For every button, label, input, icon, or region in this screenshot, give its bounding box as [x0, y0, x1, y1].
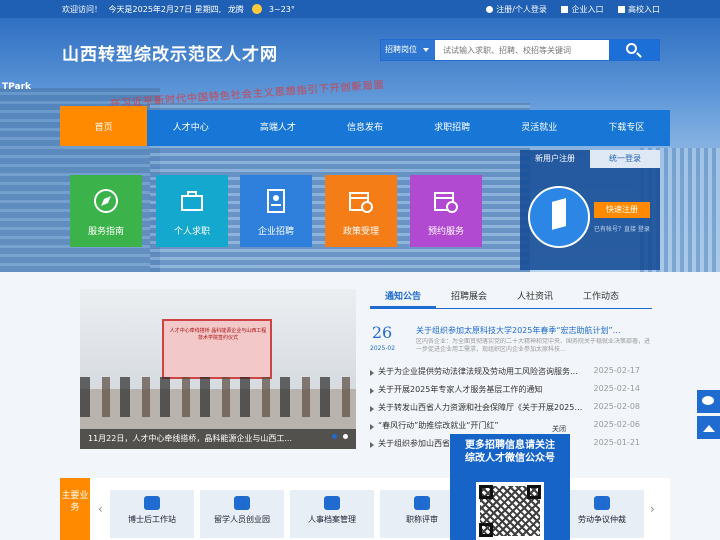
- qr-corner: [479, 523, 493, 537]
- tile-enterprise-recruit[interactable]: 企业招聘: [240, 175, 312, 247]
- qr-corner: [527, 485, 541, 499]
- chevron-right-icon[interactable]: ›: [650, 502, 655, 516]
- university-entry-link[interactable]: 高校入口: [618, 5, 660, 14]
- featured-year-month: 2025-02: [370, 345, 396, 352]
- news-panel: 通知公告 招聘展会 人社资讯 工作动态 26 2025-02 关于组织参加太原科…: [370, 289, 652, 454]
- weather-text: 3~23°: [268, 5, 295, 14]
- popup-close-button[interactable]: 关闭: [552, 424, 566, 434]
- nav-item-downloads[interactable]: 下载专区: [583, 110, 670, 146]
- tab-job-fairs[interactable]: 招聘展会: [436, 289, 502, 308]
- hero-banner: TPark 在习近平新时代中国特色社会主义思想指引下开创新局面 山西转型综改示范…: [0, 18, 720, 272]
- news-tabs: 通知公告 招聘展会 人社资讯 工作动态: [370, 289, 652, 309]
- login-tabs: 新用户注册 统一登录: [520, 150, 660, 168]
- nav-item-high-end-talent[interactable]: 高端人才: [234, 110, 321, 146]
- welcome-text: 欢迎访问！: [62, 5, 102, 14]
- chevron-down-icon: [423, 48, 429, 52]
- featured-day: 26: [371, 323, 393, 342]
- chevron-left-icon[interactable]: ‹: [98, 502, 103, 516]
- tab-unified-login[interactable]: 统一登录: [590, 150, 660, 168]
- list-item[interactable]: 关于为企业提供劳动法律法规及劳动用工风险咨询服务的… 2025-02-17: [370, 364, 652, 382]
- card-personnel-files[interactable]: 人事档案管理: [290, 490, 374, 538]
- carousel-screen: 人才中心牵线搭桥 晶科能源企业与山西工程技术学院签约仪式: [162, 319, 272, 379]
- tile-policy-acceptance[interactable]: 政策受理: [325, 175, 397, 247]
- personal-login-link[interactable]: 注册/个人登录: [486, 5, 547, 14]
- carousel-dots: [329, 429, 348, 442]
- qr-corner: [479, 485, 493, 499]
- gavel-icon: [594, 496, 610, 510]
- tie-emblem-icon: [528, 186, 590, 248]
- building-icon: [561, 6, 569, 13]
- enterprise-entry-link[interactable]: 企业入口: [561, 5, 603, 14]
- tab-new-user-register[interactable]: 新用户注册: [520, 150, 590, 168]
- medal-icon: [414, 496, 430, 510]
- main-nav: 首页 人才中心 高端人才 信息发布 求职招聘 灵活就业 下载专区: [60, 106, 670, 146]
- featured-desc: 区内各企业：为全面贯彻落实党的二十大精神和党中央、国务院关于稳就业决策部署，进一…: [416, 338, 651, 353]
- card-postdoc-station[interactable]: 博士后工作站: [110, 490, 194, 538]
- nav-item-info-publish[interactable]: 信息发布: [321, 110, 408, 146]
- nav-item-talent-center[interactable]: 人才中心: [147, 110, 234, 146]
- login-panel: 新用户注册 统一登录 快速注册 已有帐号？直接 登录: [520, 150, 660, 270]
- tile-service-guide[interactable]: 服务指南: [70, 175, 142, 247]
- search-bar: 招聘岗位: [380, 39, 660, 61]
- search-button[interactable]: [609, 40, 659, 60]
- tile-appointment[interactable]: 预约服务: [410, 175, 482, 247]
- briefcase-icon: [181, 191, 203, 211]
- calendar-icon: [434, 192, 458, 213]
- business-section-title: 主要业务: [60, 478, 90, 540]
- featured-title[interactable]: 关于组织参加太原科技大学2025年春季“宏志助航计划”…: [416, 325, 652, 336]
- top-bar: 欢迎访问！ 今天是2025年2月27日 星期四, 龙腾 3~23° 注册/个人登…: [0, 0, 720, 18]
- date-text: 今天是2025年2月27日 星期四,: [108, 5, 222, 14]
- nav-item-home[interactable]: 首页: [60, 106, 148, 146]
- search-icon: [626, 43, 637, 54]
- sun-icon: [252, 4, 263, 14]
- document-user-icon: [267, 189, 285, 213]
- nav-item-flexible-employment[interactable]: 灵活就业: [496, 110, 583, 146]
- wechat-popup: 关闭 更多招聘信息请关注 综改人才微信公众号: [450, 425, 570, 540]
- login-link[interactable]: 已有帐号？直接 登录: [594, 224, 650, 233]
- top-bar-links: 注册/个人登录 企业入口 高校入口: [474, 4, 660, 15]
- chevron-up-icon: [703, 425, 715, 432]
- quick-register-button[interactable]: 快速注册: [594, 202, 650, 218]
- tpark-logo: TPark: [2, 82, 31, 92]
- files-icon: [324, 496, 340, 510]
- tile-job-seeking[interactable]: 个人求职: [156, 175, 228, 247]
- wechat-icon: [702, 396, 714, 405]
- carousel-photo-people: [80, 377, 356, 417]
- site-title[interactable]: 山西转型综改示范区人才网: [62, 40, 278, 65]
- carousel-dot[interactable]: [331, 434, 337, 439]
- tab-notices[interactable]: 通知公告: [370, 289, 436, 308]
- trophy-icon: [234, 496, 250, 510]
- city-text: 龙腾: [227, 5, 244, 14]
- back-to-top-button[interactable]: [697, 416, 720, 439]
- main-business-section: 主要业务 ‹ 博士后工作站 留学人员创业园 人事档案管理 职称评审 劳动争议仲裁…: [60, 478, 670, 540]
- carousel-dot[interactable]: [343, 434, 348, 439]
- card-overseas-startup-park[interactable]: 留学人员创业园: [200, 490, 284, 538]
- wechat-qr-code: [476, 482, 544, 540]
- school-icon: [618, 6, 625, 13]
- search-input[interactable]: [437, 40, 607, 60]
- tab-work-updates[interactable]: 工作动态: [568, 289, 634, 308]
- news-carousel[interactable]: 人才中心牵线搭桥 晶科能源企业与山西工程技术学院签约仪式 11月22日，人才中心…: [80, 289, 356, 449]
- featured-news[interactable]: 26 2025-02 关于组织参加太原科技大学2025年春季“宏志助航计划”… …: [370, 323, 652, 353]
- top-bar-left: 欢迎访问！ 今天是2025年2月27日 星期四, 龙腾 3~23°: [62, 4, 299, 15]
- service-tiles: 服务指南 个人求职 企业招聘 政策受理 预约服务: [70, 175, 490, 247]
- carousel-caption: 11月22日，人才中心牵线搭桥，晶科能源企业与山西工...: [80, 429, 356, 449]
- graduation-cap-icon: [144, 496, 160, 510]
- card-labor-arbitration[interactable]: 劳动争议仲裁: [560, 490, 644, 538]
- list-item[interactable]: 关于开展2025年专家人才服务基层工作的通知 2025-02-14: [370, 382, 652, 400]
- tab-hr-news[interactable]: 人社资讯: [502, 289, 568, 308]
- wechat-float-button[interactable]: [697, 390, 720, 413]
- nav-item-jobs[interactable]: 求职招聘: [409, 110, 496, 146]
- list-item[interactable]: 关于转发山西省人力资源和社会保障厅《关于开展2025年… 2025-02-08: [370, 400, 652, 418]
- calendar-clock-icon: [349, 192, 373, 213]
- wechat-popup-title: 更多招聘信息请关注 综改人才微信公众号: [465, 440, 555, 464]
- person-icon: [486, 6, 494, 13]
- search-category-select[interactable]: 招聘岗位: [381, 40, 435, 60]
- compass-icon: [94, 189, 118, 213]
